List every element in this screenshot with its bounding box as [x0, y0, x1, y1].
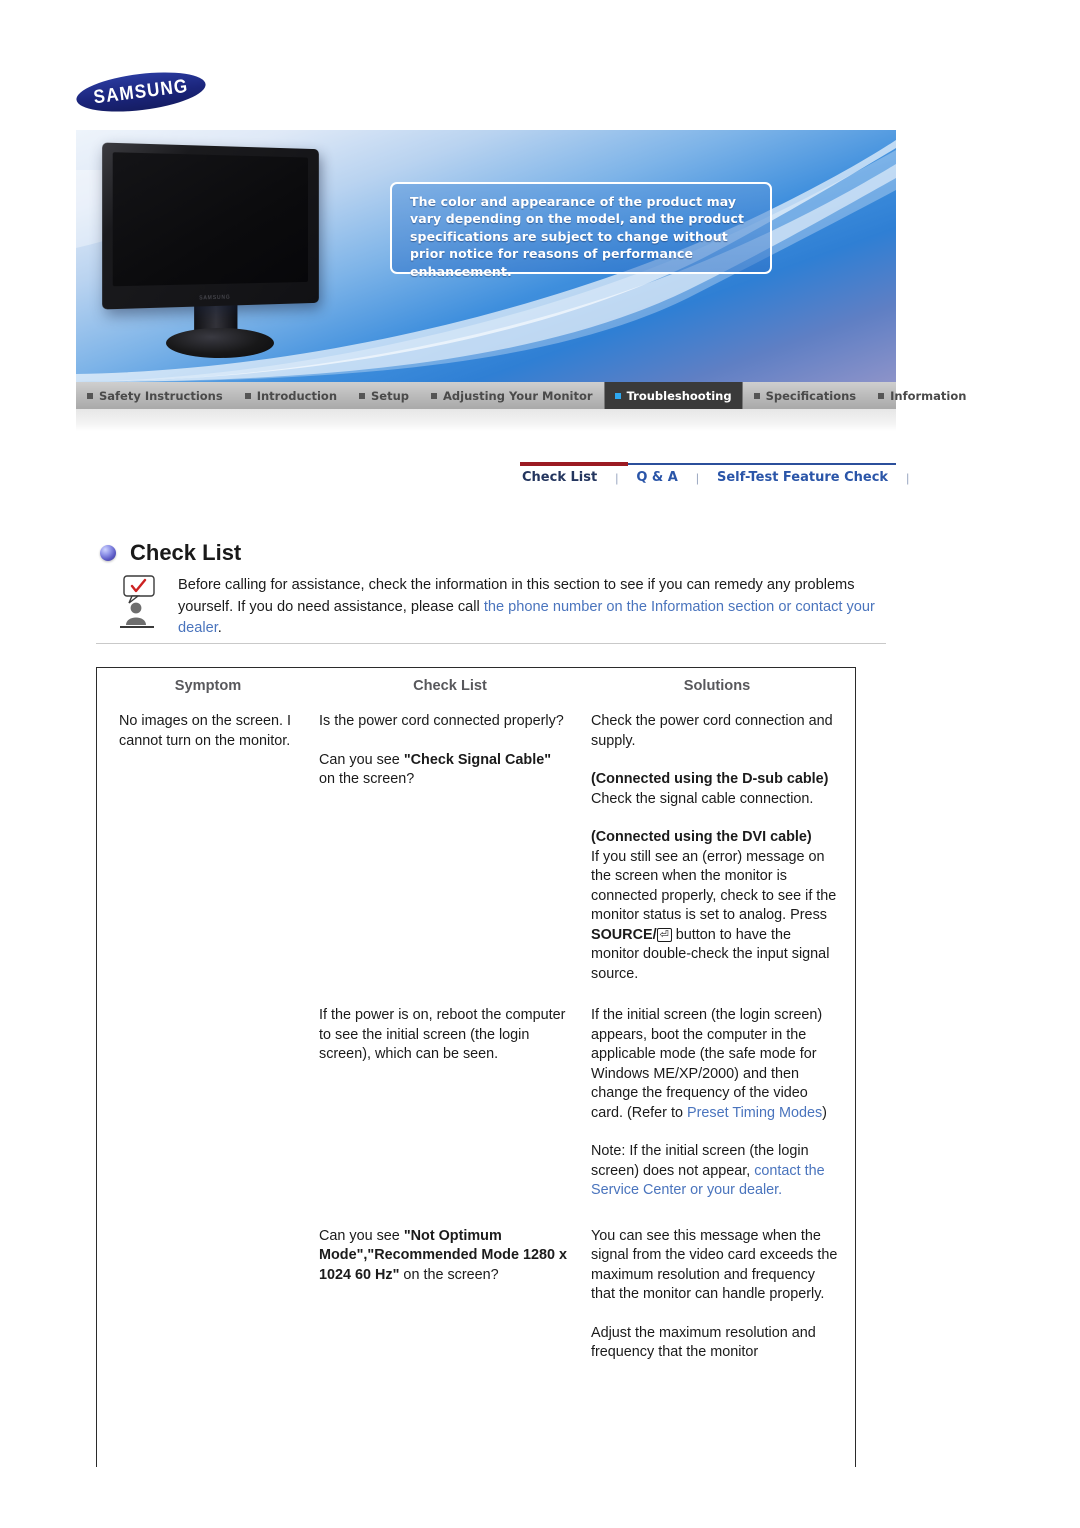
nav-item-specifications[interactable]: Specifications	[743, 382, 868, 409]
solution-exceeds-resolution: You can see this message when the signal…	[591, 1227, 838, 1303]
cell-solutions: You can see this message when the signal…	[581, 1227, 853, 1363]
solution-text: If the initial screen (the login screen)…	[591, 1007, 823, 1121]
logo-text: SAMSUNG	[92, 75, 190, 108]
bullet-square-icon	[87, 392, 93, 399]
cell-solutions: If the initial screen (the login screen)…	[581, 1006, 853, 1201]
nav-item-setup[interactable]: Setup	[348, 382, 420, 409]
check-tail: on the screen?	[319, 771, 415, 787]
bullet-square-icon	[244, 392, 251, 399]
nav-label: Troubleshooting	[626, 388, 732, 403]
logo-ellipse: SAMSUNG	[74, 66, 208, 118]
check-list-table: Symptom Check List Solutions No images o…	[96, 667, 856, 1467]
monitor-stand-base	[166, 328, 274, 358]
nav-item-safety-instructions[interactable]: Safety Instructions	[76, 382, 234, 409]
nav-item-adjusting-your-monitor[interactable]: Adjusting Your Monitor	[420, 382, 604, 409]
nav-label: Specifications	[765, 388, 857, 403]
column-header-solutions: Solutions	[683, 678, 751, 694]
solution-tail: )	[822, 1104, 827, 1121]
cell-check-list: Is the power cord connected properly? Ca…	[319, 712, 581, 984]
tab-check-list[interactable]: Check List	[506, 470, 613, 485]
nav-label: Information	[890, 388, 967, 403]
column-header-check-list: Check List	[413, 678, 487, 694]
sub-nav-rule	[628, 463, 896, 465]
cell-symptom	[97, 1227, 319, 1363]
solution-note: Note: If the initial screen (the login s…	[591, 1142, 841, 1201]
main-nav: Safety Instructions Introduction Setup A…	[76, 382, 966, 409]
solution-tail-dsub: Check the signal cable connection.	[591, 790, 814, 807]
cell-check-list: If the power is on, reboot the computer …	[319, 1006, 581, 1201]
sub-nav-separator: |	[695, 470, 699, 485]
symptom-text: No images on the screen. I cannot turn o…	[119, 713, 291, 749]
active-tab-underline	[520, 462, 628, 466]
solution-safe-mode: If the initial screen (the login screen)…	[591, 1006, 841, 1123]
person-with-checkmark-bubble-icon	[112, 575, 164, 631]
nav-item-troubleshooting[interactable]: Troubleshooting	[603, 382, 743, 409]
bullet-square-icon	[431, 392, 438, 399]
monitor-brand-label: SAMSUNG	[199, 294, 231, 302]
nav-item-information[interactable]: Information	[867, 382, 977, 409]
bullet-square-icon	[614, 392, 621, 399]
samsung-logo: SAMSUNG	[74, 66, 326, 118]
table-row: Can you see "Not Optimum Mode","Recommen…	[97, 1201, 855, 1363]
page-root: SAMSUNG SAMSUNG The color and appearance…	[0, 0, 1080, 1528]
bullet-square-icon	[359, 392, 366, 399]
monitor-screen	[112, 152, 309, 287]
nav-item-introduction[interactable]: Introduction	[234, 382, 348, 409]
hero-banner: SAMSUNG The color and appearance of the …	[76, 130, 896, 382]
source-button-label: SOURCE/	[591, 926, 657, 943]
bullet-square-icon	[753, 392, 760, 399]
intro-block: Before calling for assistance, check the…	[112, 575, 887, 640]
solution-note-tail: .	[778, 1182, 783, 1198]
sub-nav: Check List | Q & A | Self-Test Feature C…	[506, 462, 909, 498]
bullet-orb-icon	[100, 545, 116, 561]
check-item-power-cord: Is the power cord connected properly?	[319, 713, 564, 729]
section-divider	[96, 643, 886, 644]
tab-self-test-feature-check[interactable]: Self-Test Feature Check	[701, 470, 904, 485]
check-lead: Can you see	[319, 1227, 404, 1244]
table-row: If the power is on, reboot the computer …	[97, 984, 855, 1201]
check-item-reboot: If the power is on, reboot the computer …	[319, 1007, 566, 1062]
check-strong: "Check Signal Cable"	[403, 751, 552, 768]
nav-label: Adjusting Your Monitor	[443, 388, 593, 403]
intro-text: Before calling for assistance, check the…	[178, 575, 887, 640]
table-row: No images on the screen. I cannot turn o…	[97, 694, 855, 984]
column-header-symptom: Symptom	[174, 678, 242, 694]
solution-strong-dvi: (Connected using the DVI cable)	[591, 829, 812, 845]
monitor-bezel: SAMSUNG	[102, 142, 319, 310]
cell-symptom	[97, 1006, 319, 1201]
sub-nav-separator: |	[615, 470, 619, 485]
solution-tail-dvi: If you still see an (error) message on t…	[591, 848, 837, 924]
check-item-not-optimum-mode: Can you see "Not Optimum Mode","Recommen…	[319, 1227, 567, 1286]
solution-adjust-resolution: Adjust the maximum resolution and freque…	[591, 1324, 816, 1361]
check-lead: Can you see	[319, 751, 404, 768]
sub-nav-separator: |	[906, 470, 910, 485]
main-nav-underlay	[76, 409, 896, 431]
cell-check-list: Can you see "Not Optimum Mode","Recommen…	[319, 1227, 581, 1363]
check-tail: on the screen?	[399, 1266, 499, 1283]
product-notice-text: The color and appearance of the product …	[410, 194, 745, 279]
bullet-square-icon	[878, 392, 885, 399]
intro-text-end: .	[217, 620, 222, 636]
solution-strong-dsub: (Connected using the D-sub cable)	[591, 771, 829, 787]
page-title: Check List	[130, 540, 242, 565]
cell-symptom: No images on the screen. I cannot turn o…	[97, 712, 319, 984]
page-title-row: Check List	[100, 540, 241, 566]
nav-label: Safety Instructions	[99, 388, 223, 403]
nav-label: Setup	[371, 388, 410, 403]
product-notice-box: The color and appearance of the product …	[390, 182, 772, 279]
monitor-product-image: SAMSUNG	[98, 142, 348, 362]
nav-label: Introduction	[256, 388, 338, 403]
table-header-row: Symptom Check List Solutions	[97, 668, 855, 694]
enter-key-icon: ⏎	[656, 927, 672, 942]
solution-power-cord: Check the power cord connection and supp…	[591, 713, 833, 749]
preset-timing-modes-link[interactable]: Preset Timing Modes	[687, 1105, 822, 1121]
tab-q-and-a[interactable]: Q & A	[620, 470, 694, 485]
solution-dvi: (Connected using the DVI cable) If you st…	[591, 828, 841, 984]
solution-dsub: (Connected using the D-sub cable) Check t…	[591, 770, 841, 809]
check-item-signal-cable: Can you see "Check Signal Cable" on the …	[319, 751, 567, 790]
cell-solutions: Check the power cord connection and supp…	[581, 712, 853, 984]
